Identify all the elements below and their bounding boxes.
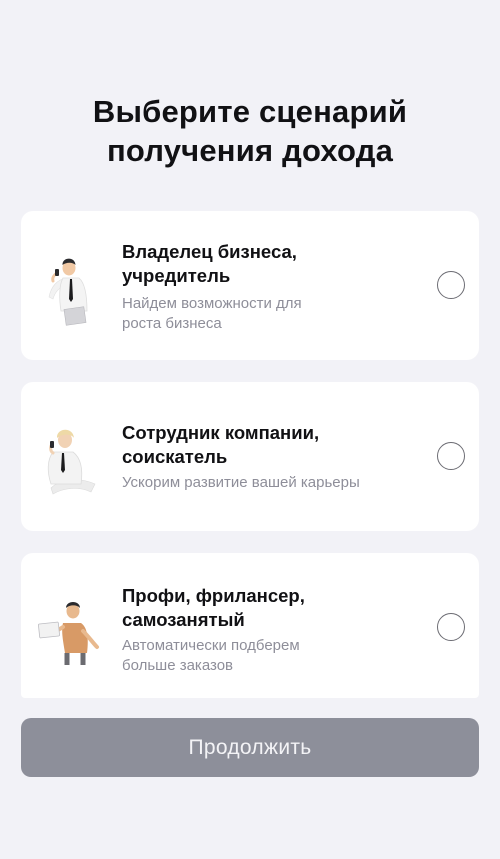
- option-employee[interactable]: Сотрудник компании, соискатель Ускорим р…: [21, 382, 479, 531]
- option-title: Владелец бизнеса, учредитель: [122, 241, 297, 286]
- option-description: Найдем возможности для роста бизнеса: [122, 295, 302, 332]
- businessman-illustration-icon: [48, 258, 88, 326]
- option-freelancer[interactable]: Профи, фрилансер, самозанятый Автоматиче…: [21, 553, 479, 698]
- employee-illustration-icon: [47, 429, 96, 495]
- option-description: Ускорим развитие вашей карьеры: [122, 474, 360, 491]
- continue-button[interactable]: Продолжить: [21, 718, 479, 777]
- radio-button[interactable]: [437, 613, 465, 641]
- radio-button[interactable]: [437, 442, 465, 470]
- freelancer-illustration-icon: [38, 602, 99, 665]
- radio-button[interactable]: [437, 271, 465, 299]
- option-description: Автоматически подберем больше заказов: [122, 637, 300, 674]
- option-title: Сотрудник компании, соискатель: [122, 422, 320, 467]
- option-business-owner[interactable]: Владелец бизнеса, учредитель Найдем возм…: [21, 211, 479, 360]
- page-title: Выберите сценарий получения дохода: [92, 94, 408, 168]
- option-title: Профи, фрилансер, самозанятый: [122, 585, 305, 630]
